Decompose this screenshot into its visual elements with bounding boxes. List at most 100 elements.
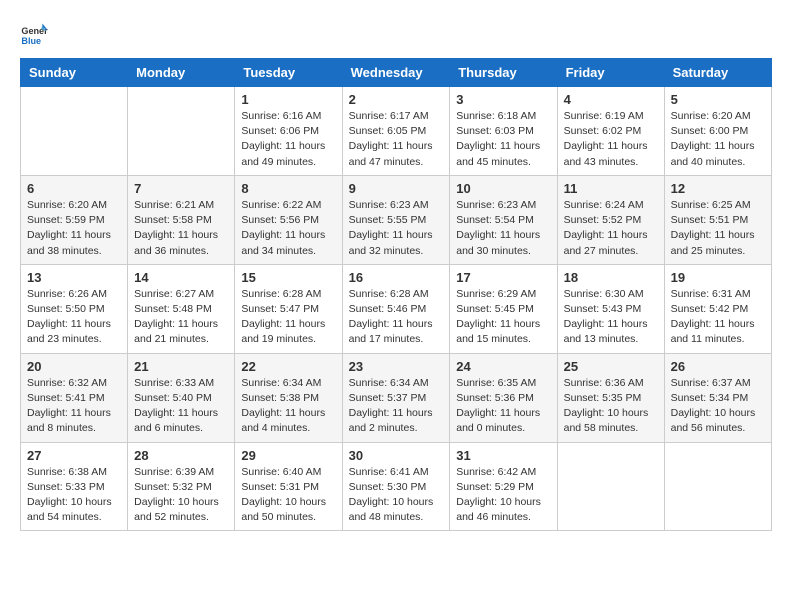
day-number: 14 <box>134 270 228 285</box>
logo: General Blue <box>20 20 52 48</box>
day-number: 26 <box>671 359 765 374</box>
day-number: 3 <box>456 92 550 107</box>
day-detail: Sunrise: 6:24 AM Sunset: 5:52 PM Dayligh… <box>564 198 658 259</box>
day-detail: Sunrise: 6:20 AM Sunset: 6:00 PM Dayligh… <box>671 109 765 170</box>
day-number: 7 <box>134 181 228 196</box>
day-number: 20 <box>27 359 121 374</box>
calendar-cell: 4 Sunrise: 6:19 AM Sunset: 6:02 PM Daylig… <box>557 87 664 176</box>
day-detail: Sunrise: 6:28 AM Sunset: 5:47 PM Dayligh… <box>241 287 335 348</box>
day-detail: Sunrise: 6:27 AM Sunset: 5:48 PM Dayligh… <box>134 287 228 348</box>
day-number: 27 <box>27 448 121 463</box>
day-number: 16 <box>349 270 444 285</box>
day-number: 15 <box>241 270 335 285</box>
day-detail: Sunrise: 6:32 AM Sunset: 5:41 PM Dayligh… <box>27 376 121 437</box>
day-detail: Sunrise: 6:29 AM Sunset: 5:45 PM Dayligh… <box>456 287 550 348</box>
day-number: 19 <box>671 270 765 285</box>
day-number: 30 <box>349 448 444 463</box>
calendar-cell: 21 Sunrise: 6:33 AM Sunset: 5:40 PM Dayli… <box>128 353 235 442</box>
day-number: 25 <box>564 359 658 374</box>
day-header-monday: Monday <box>128 59 235 87</box>
calendar-cell: 25 Sunrise: 6:36 AM Sunset: 5:35 PM Dayli… <box>557 353 664 442</box>
day-number: 5 <box>671 92 765 107</box>
day-detail: Sunrise: 6:22 AM Sunset: 5:56 PM Dayligh… <box>241 198 335 259</box>
calendar-cell: 28 Sunrise: 6:39 AM Sunset: 5:32 PM Dayli… <box>128 442 235 531</box>
day-detail: Sunrise: 6:21 AM Sunset: 5:58 PM Dayligh… <box>134 198 228 259</box>
calendar-cell: 31Sunrise: 6:42 AM Sunset: 5:29 PM Dayli… <box>450 442 557 531</box>
week-row-5: 27 Sunrise: 6:38 AM Sunset: 5:33 PM Dayli… <box>21 442 772 531</box>
day-number: 23 <box>349 359 444 374</box>
week-row-1: 1Sunrise: 6:16 AM Sunset: 6:06 PM Daylig… <box>21 87 772 176</box>
day-detail: Sunrise: 6:25 AM Sunset: 5:51 PM Dayligh… <box>671 198 765 259</box>
day-number: 21 <box>134 359 228 374</box>
calendar-cell: 20 Sunrise: 6:32 AM Sunset: 5:41 PM Dayli… <box>21 353 128 442</box>
day-detail: Sunrise: 6:34 AM Sunset: 5:37 PM Dayligh… <box>349 376 444 437</box>
calendar-cell <box>557 442 664 531</box>
calendar-cell: 14 Sunrise: 6:27 AM Sunset: 5:48 PM Dayli… <box>128 264 235 353</box>
calendar-cell: 19 Sunrise: 6:31 AM Sunset: 5:42 PM Dayli… <box>664 264 771 353</box>
calendar-cell: 27 Sunrise: 6:38 AM Sunset: 5:33 PM Dayli… <box>21 442 128 531</box>
day-header-friday: Friday <box>557 59 664 87</box>
day-detail: Sunrise: 6:17 AM Sunset: 6:05 PM Dayligh… <box>349 109 444 170</box>
calendar-cell: 17 Sunrise: 6:29 AM Sunset: 5:45 PM Dayli… <box>450 264 557 353</box>
day-detail: Sunrise: 6:38 AM Sunset: 5:33 PM Dayligh… <box>27 465 121 526</box>
day-number: 4 <box>564 92 658 107</box>
calendar-cell: 13Sunrise: 6:26 AM Sunset: 5:50 PM Dayli… <box>21 264 128 353</box>
day-detail: Sunrise: 6:36 AM Sunset: 5:35 PM Dayligh… <box>564 376 658 437</box>
day-detail: Sunrise: 6:30 AM Sunset: 5:43 PM Dayligh… <box>564 287 658 348</box>
day-detail: Sunrise: 6:23 AM Sunset: 5:55 PM Dayligh… <box>349 198 444 259</box>
day-number: 22 <box>241 359 335 374</box>
day-detail: Sunrise: 6:19 AM Sunset: 6:02 PM Dayligh… <box>564 109 658 170</box>
calendar-cell: 11 Sunrise: 6:24 AM Sunset: 5:52 PM Dayli… <box>557 175 664 264</box>
calendar-cell: 9 Sunrise: 6:23 AM Sunset: 5:55 PM Daylig… <box>342 175 450 264</box>
calendar-cell: 8 Sunrise: 6:22 AM Sunset: 5:56 PM Daylig… <box>235 175 342 264</box>
day-header-sunday: Sunday <box>21 59 128 87</box>
week-row-4: 20 Sunrise: 6:32 AM Sunset: 5:41 PM Dayli… <box>21 353 772 442</box>
day-detail: Sunrise: 6:35 AM Sunset: 5:36 PM Dayligh… <box>456 376 550 437</box>
day-number: 8 <box>241 181 335 196</box>
header-row: SundayMondayTuesdayWednesdayThursdayFrid… <box>21 59 772 87</box>
day-number: 11 <box>564 181 658 196</box>
calendar-cell: 6Sunrise: 6:20 AM Sunset: 5:59 PM Daylig… <box>21 175 128 264</box>
day-number: 10 <box>456 181 550 196</box>
calendar-cell: 5 Sunrise: 6:20 AM Sunset: 6:00 PM Daylig… <box>664 87 771 176</box>
week-row-3: 13Sunrise: 6:26 AM Sunset: 5:50 PM Dayli… <box>21 264 772 353</box>
day-detail: Sunrise: 6:40 AM Sunset: 5:31 PM Dayligh… <box>241 465 335 526</box>
day-number: 12 <box>671 181 765 196</box>
day-number: 24 <box>456 359 550 374</box>
calendar-cell <box>664 442 771 531</box>
calendar-cell: 2 Sunrise: 6:17 AM Sunset: 6:05 PM Daylig… <box>342 87 450 176</box>
day-detail: Sunrise: 6:23 AM Sunset: 5:54 PM Dayligh… <box>456 198 550 259</box>
day-detail: Sunrise: 6:37 AM Sunset: 5:34 PM Dayligh… <box>671 376 765 437</box>
day-detail: Sunrise: 6:41 AM Sunset: 5:30 PM Dayligh… <box>349 465 444 526</box>
calendar-cell: 30 Sunrise: 6:41 AM Sunset: 5:30 PM Dayli… <box>342 442 450 531</box>
calendar-cell: 22Sunrise: 6:34 AM Sunset: 5:38 PM Dayli… <box>235 353 342 442</box>
calendar-cell: 12 Sunrise: 6:25 AM Sunset: 5:51 PM Dayli… <box>664 175 771 264</box>
day-header-tuesday: Tuesday <box>235 59 342 87</box>
calendar-cell: 23 Sunrise: 6:34 AM Sunset: 5:37 PM Dayli… <box>342 353 450 442</box>
calendar-cell: 18Sunrise: 6:30 AM Sunset: 5:43 PM Dayli… <box>557 264 664 353</box>
day-number: 2 <box>349 92 444 107</box>
day-detail: Sunrise: 6:28 AM Sunset: 5:46 PM Dayligh… <box>349 287 444 348</box>
calendar-cell: 26 Sunrise: 6:37 AM Sunset: 5:34 PM Dayli… <box>664 353 771 442</box>
day-detail: Sunrise: 6:33 AM Sunset: 5:40 PM Dayligh… <box>134 376 228 437</box>
day-number: 17 <box>456 270 550 285</box>
calendar-cell: 10 Sunrise: 6:23 AM Sunset: 5:54 PM Dayli… <box>450 175 557 264</box>
day-detail: Sunrise: 6:18 AM Sunset: 6:03 PM Dayligh… <box>456 109 550 170</box>
day-number: 9 <box>349 181 444 196</box>
day-detail: Sunrise: 6:39 AM Sunset: 5:32 PM Dayligh… <box>134 465 228 526</box>
day-header-thursday: Thursday <box>450 59 557 87</box>
day-header-wednesday: Wednesday <box>342 59 450 87</box>
svg-text:Blue: Blue <box>21 36 41 46</box>
day-header-saturday: Saturday <box>664 59 771 87</box>
calendar-cell: 15 Sunrise: 6:28 AM Sunset: 5:47 PM Dayli… <box>235 264 342 353</box>
day-number: 28 <box>134 448 228 463</box>
day-detail: Sunrise: 6:31 AM Sunset: 5:42 PM Dayligh… <box>671 287 765 348</box>
day-detail: Sunrise: 6:42 AM Sunset: 5:29 PM Dayligh… <box>456 465 550 526</box>
calendar-cell: 24 Sunrise: 6:35 AM Sunset: 5:36 PM Dayli… <box>450 353 557 442</box>
day-number: 13 <box>27 270 121 285</box>
day-number: 29 <box>241 448 335 463</box>
calendar-cell: 16 Sunrise: 6:28 AM Sunset: 5:46 PM Dayli… <box>342 264 450 353</box>
day-number: 1 <box>241 92 335 107</box>
calendar-cell: 7 Sunrise: 6:21 AM Sunset: 5:58 PM Daylig… <box>128 175 235 264</box>
calendar-cell <box>128 87 235 176</box>
